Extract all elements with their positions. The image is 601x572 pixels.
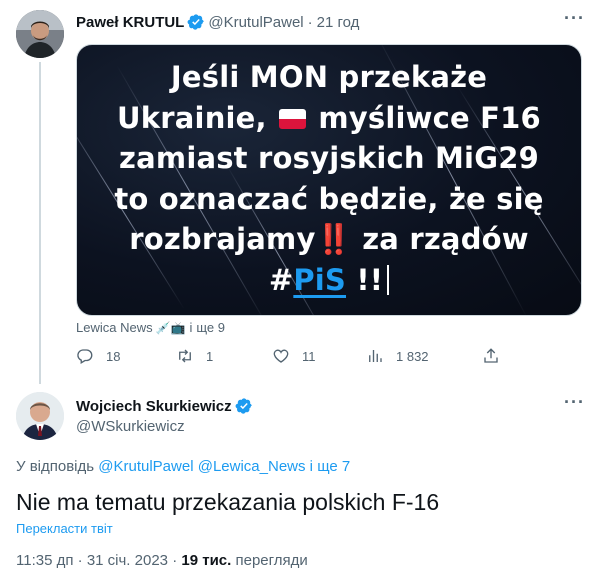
hashtag-pis: PiS <box>293 262 347 297</box>
tweet-image[interactable]: Jeśli MON przekaże Ukrainie, myśliwce F1… <box>76 44 582 316</box>
image-line-5: rozbrajamy‼️ za rządów <box>129 222 529 256</box>
author-handle[interactable]: @KrutulPawel <box>208 14 303 31</box>
reply-and: і <box>309 458 314 475</box>
image-line-6: #PiS !! <box>77 260 581 301</box>
author-name[interactable]: Paweł KRUTUL <box>76 14 184 31</box>
poland-flag-icon <box>279 108 307 129</box>
reply-icon <box>77 349 93 364</box>
like-count: 11 <box>302 348 316 364</box>
separator-dot: · <box>77 552 83 569</box>
author-handle[interactable]: @WSkurkiewicz <box>76 418 185 435</box>
views-count: 1 832 <box>396 348 429 364</box>
tweet-actions: 18 1 11 1 832 <box>76 347 506 371</box>
replying-to: У відповідь @KrutulPawel @Lewica_News і … <box>16 458 350 475</box>
tweet2-header: Wojciech Skurkiewicz <box>76 396 256 416</box>
tweet1-header: Paweł KRUTUL @KrutulPawel · 21 год <box>76 12 359 32</box>
retweet-button[interactable]: 1 <box>176 347 213 365</box>
reply-prefix: У відповідь <box>16 458 95 475</box>
separator-dot: · <box>172 552 178 569</box>
tagged-account[interactable]: Lewica News <box>76 320 153 335</box>
tweet-date[interactable]: 31 січ. 2023 <box>87 552 168 569</box>
verified-badge-icon[interactable] <box>235 397 253 415</box>
retweet-icon <box>179 349 191 363</box>
avatar-photo-icon <box>16 10 64 58</box>
avatar-wojciech-skurkiewicz[interactable] <box>16 392 64 440</box>
share-button[interactable] <box>482 347 512 365</box>
reply-others-link[interactable]: ще 7 <box>317 458 350 475</box>
reply-user-link[interactable]: @KrutulPawel <box>98 458 193 475</box>
double-exclamation-icon: ‼️ <box>315 222 352 256</box>
share-icon <box>484 348 498 363</box>
separator-dot: · <box>307 13 313 31</box>
author-name[interactable]: Wojciech Skurkiewicz <box>76 398 232 415</box>
retweet-count: 1 <box>206 348 214 364</box>
avatar-pawel-krutul[interactable] <box>16 10 64 58</box>
more-options-icon[interactable]: ··· <box>564 392 585 413</box>
translate-tweet-link[interactable]: Перекласти твіт <box>16 521 113 536</box>
image-line-3: zamiast rosyjskich MiG29 <box>119 141 539 175</box>
image-line-4: to oznaczać będzie, że się <box>114 181 544 216</box>
tag-separator: і <box>189 320 193 335</box>
image-caption-text: Jeśli MON przekaże Ukrainie, myśliwce F1… <box>77 57 581 300</box>
like-button[interactable]: 11 <box>272 347 316 365</box>
image-line-2: Ukrainie, myśliwce F16 <box>117 100 541 135</box>
tweet-time[interactable]: 21 год <box>317 14 360 31</box>
views-count: 19 тис. <box>181 552 232 569</box>
tweet-meta: 11:35 дп · 31 січ. 2023 · 19 тис. перегл… <box>16 552 308 569</box>
text-cursor <box>387 264 390 295</box>
thread-connector-line <box>39 62 41 384</box>
views-label: перегляди <box>235 552 308 569</box>
views-chart-icon <box>369 350 382 362</box>
verified-badge-icon[interactable] <box>187 13 205 31</box>
tweet-time[interactable]: 11:35 дп <box>16 552 73 569</box>
reply-user-link[interactable]: @Lewica_News <box>198 458 306 475</box>
reply-button[interactable]: 18 <box>76 347 120 365</box>
image-line-1: Jeśli MON przekaże <box>170 60 488 94</box>
heart-icon <box>273 349 289 363</box>
more-options-icon[interactable]: ··· <box>564 8 585 29</box>
tagged-accounts[interactable]: Lewica News 💉📺 і ще 9 <box>76 320 225 335</box>
tweet-body: Nie ma tematu przekazania polskich F-16 <box>16 489 440 515</box>
tag-emoji: 💉📺 <box>155 320 186 335</box>
avatar-photo-icon <box>16 392 64 440</box>
views-button[interactable]: 1 832 <box>366 347 429 365</box>
reply-count: 18 <box>106 348 121 364</box>
tagged-others[interactable]: ще 9 <box>196 320 225 335</box>
